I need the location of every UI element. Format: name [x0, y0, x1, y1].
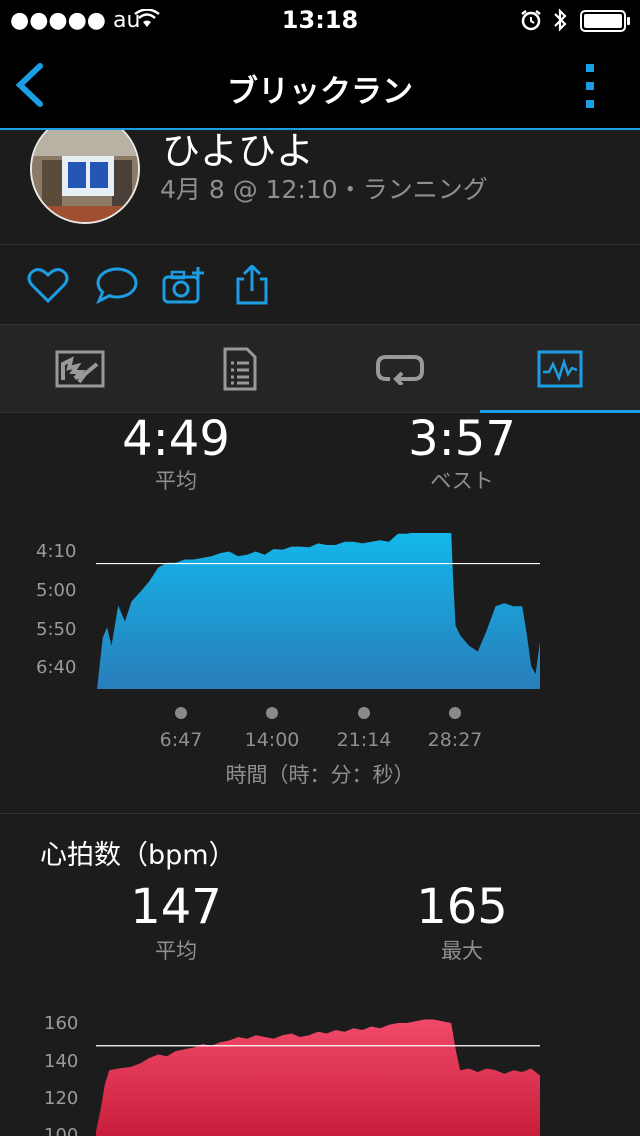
- activity-header: ひよひよ 4月 8 @ 12:10・ランニング: [0, 130, 640, 245]
- share-icon[interactable]: [230, 265, 274, 305]
- status-time: 13:18: [281, 6, 359, 34]
- heart-rate-title: 心拍数（bpm）: [40, 840, 236, 871]
- pace-chart: [96, 533, 540, 689]
- status-bar: ●●●●● au 13:18: [0, 0, 640, 40]
- details-icon: [223, 347, 257, 391]
- heart-rate-area-series: [96, 1019, 540, 1136]
- pace-y-tick-2: 5:50: [36, 619, 77, 640]
- pace-area-series: [96, 533, 540, 689]
- hr-y-tick-1: 140: [44, 1051, 79, 1072]
- pace-y-tick-3: 6:40: [36, 657, 77, 678]
- tab-chart[interactable]: [480, 325, 640, 414]
- pace-x-tick-1: 14:00: [244, 729, 300, 751]
- nav-bar: ブリックラン: [0, 40, 640, 130]
- pace-x-tick-0: 6:47: [159, 729, 203, 751]
- hr-avg-label: 平均: [155, 939, 197, 963]
- pace-x-tick-2: 21:14: [336, 729, 392, 751]
- chart-icon: [537, 350, 583, 388]
- pace-x-tick-3: 28:27: [427, 729, 483, 751]
- comment-icon[interactable]: [95, 265, 139, 305]
- action-bar: [0, 245, 640, 325]
- heart-rate-chart: [96, 1019, 540, 1136]
- pace-x-dot-2: [358, 707, 370, 719]
- pace-y-tick-1: 5:00: [36, 580, 77, 601]
- hr-avg-value: 147: [130, 879, 222, 935]
- tab-map[interactable]: [0, 325, 160, 413]
- pace-x-dot-1: [266, 707, 278, 719]
- tab-laps[interactable]: [320, 325, 480, 413]
- section-divider: [0, 813, 640, 814]
- pace-x-dot-0: [175, 707, 187, 719]
- battery-icon: [580, 10, 630, 32]
- heart-icon[interactable]: [26, 265, 70, 305]
- hr-max-label: 最大: [441, 939, 483, 963]
- pace-best-value: 3:57: [408, 413, 516, 467]
- user-name[interactable]: ひよひよ: [162, 130, 314, 175]
- vertical-dots-icon[interactable]: [584, 62, 596, 110]
- bluetooth-icon: [554, 8, 567, 32]
- hr-y-tick-0: 160: [44, 1013, 79, 1034]
- alarm-icon: [521, 10, 541, 31]
- page-title: ブリックラン: [227, 74, 413, 110]
- hr-y-tick-2: 120: [44, 1088, 79, 1109]
- chart-content: 4:49 平均 3:57 ベスト 4:10 5:00 5:50 6:40 6:4…: [0, 413, 640, 1136]
- laps-icon: [376, 355, 424, 385]
- pace-avg-label: 平均: [155, 469, 197, 493]
- hr-y-tick-3: 100: [44, 1125, 79, 1136]
- tab-bar: [0, 325, 640, 414]
- pace-y-tick-0: 4:10: [36, 541, 77, 562]
- avatar[interactable]: [30, 130, 140, 224]
- add-photo-icon[interactable]: [162, 265, 206, 305]
- pace-x-axis-title: 時間（時：分：秒）: [225, 763, 415, 787]
- map-icon: [55, 350, 105, 388]
- activity-meta: 4月 8 @ 12:10・ランニング: [160, 175, 488, 204]
- pace-x-dot-3: [449, 707, 461, 719]
- hr-max-value: 165: [416, 879, 508, 935]
- pace-avg-value: 4:49: [122, 413, 230, 467]
- tab-details[interactable]: [160, 325, 320, 413]
- pace-best-label: ベスト: [430, 469, 494, 493]
